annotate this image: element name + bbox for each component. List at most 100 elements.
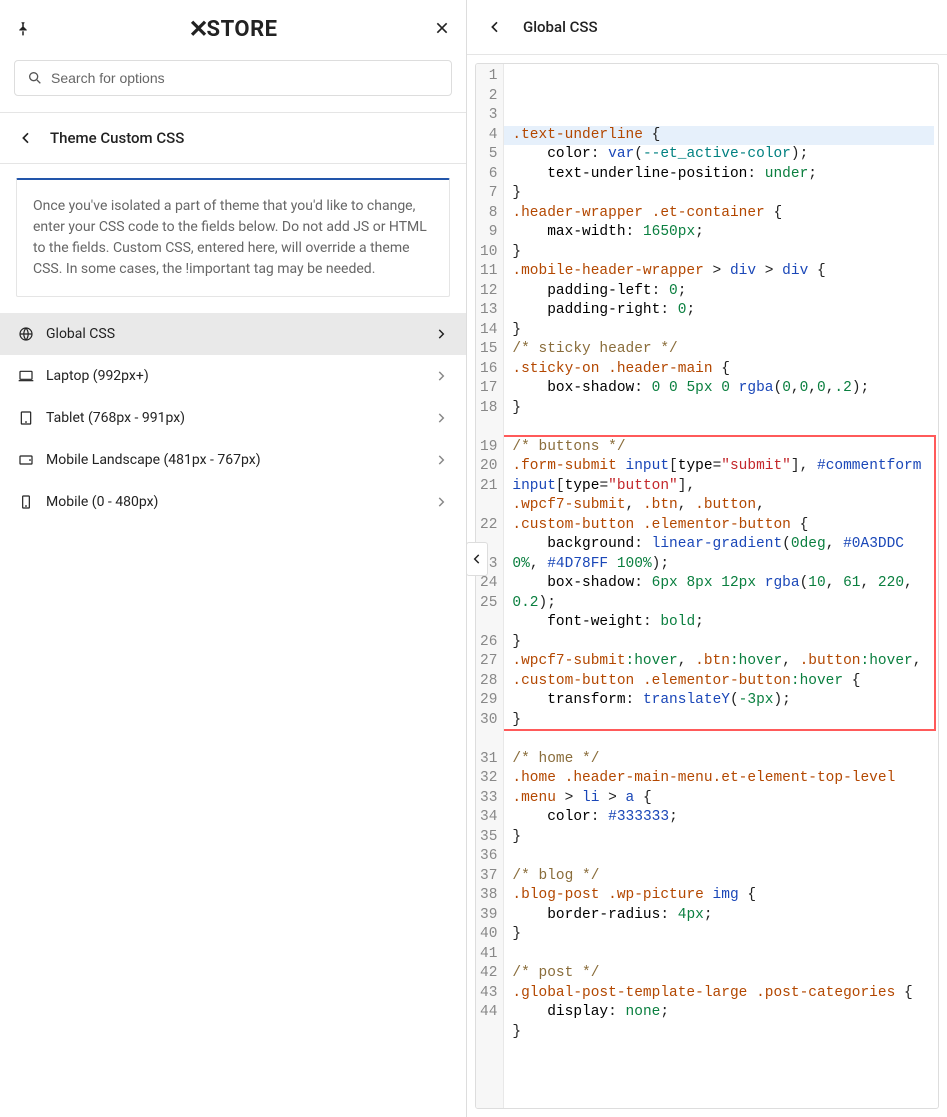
code-line[interactable]: } [512,243,934,263]
code-line[interactable]: .blog-post .wp-picture img { [512,886,934,906]
code-area[interactable]: .text-underline { color: var(--et_active… [504,64,938,1108]
sidebar-item-label: Laptop (992px+) [46,368,149,384]
back-chevron-icon[interactable] [18,130,34,146]
code-line[interactable]: color: var(--et_active-color); [512,145,934,165]
sidebar-item-label: Global CSS [46,326,115,342]
code-line[interactable]: padding-left: 0; [512,282,934,302]
code-line[interactable] [512,945,934,965]
close-icon[interactable] [434,20,452,38]
code-line[interactable]: border-radius: 4px; [512,906,934,926]
code-line[interactable]: } [512,828,934,848]
sidebar-item-3[interactable]: Mobile Landscape (481px - 767px) [0,439,466,481]
code-line[interactable]: /* post */ [512,964,934,984]
code-line[interactable]: .wpcf7-submit, .btn, .button, [512,496,934,516]
search-input[interactable] [51,70,439,86]
code-line[interactable]: .home .header-main-menu.et-element-top-l… [512,769,934,808]
gutter-line: 9 [480,223,497,243]
pin-icon[interactable] [14,20,32,38]
gutter-line: 40 [480,925,497,945]
chevron-right-icon [434,369,448,383]
code-line[interactable]: /* buttons */ [512,438,934,458]
gutter-line: 1 [480,67,497,87]
code-line[interactable]: } [512,711,934,731]
gutter-line: 17 [480,379,497,399]
code-line[interactable] [512,847,934,867]
gutter-line: 44 [480,1003,497,1023]
code-line[interactable] [512,1042,934,1062]
code-line[interactable]: /* blog */ [512,867,934,887]
gutter-line: 38 [480,886,497,906]
code-line[interactable]: .text-underline { [504,126,934,146]
panel-collapse-handle[interactable] [466,542,488,576]
gutter-line: 18 [480,399,497,438]
code-line[interactable]: background: linear-gradient(0deg, #0A3DD… [512,535,934,574]
gutter-line: 6 [480,165,497,185]
code-line[interactable]: display: none; [512,1003,934,1023]
info-box: Once you've isolated a part of theme tha… [16,178,450,297]
logo-text: STORE [207,17,278,42]
code-line[interactable]: box-shadow: 6px 8px 12px rgba(10, 61, 22… [512,574,934,613]
gutter-line: 3 [480,106,497,126]
code-line[interactable]: } [512,184,934,204]
code-line[interactable]: box-shadow: 0 0 5px 0 rgba(0,0,0,.2); [512,379,934,399]
code-line[interactable]: /* sticky header */ [512,340,934,360]
editor-panel: Global CSS 12345678910111213141516171819… [467,0,947,1117]
gutter-line: 43 [480,984,497,1004]
code-line[interactable]: color: #333333; [512,808,934,828]
code-line[interactable]: max-width: 1650px; [512,223,934,243]
code-line[interactable]: } [512,399,934,419]
sidebar-menu: Global CSS Laptop (992px+) Tablet (768px -… [0,313,466,523]
code-line[interactable]: .global-post-template-large .post-catego… [512,984,934,1004]
device-icon [18,452,34,468]
code-line[interactable]: padding-right: 0; [512,301,934,321]
section-header[interactable]: Theme Custom CSS [0,113,466,164]
code-line[interactable]: } [512,633,934,653]
gutter-line: 35 [480,828,497,848]
editor-header: Global CSS [467,0,947,55]
chevron-right-icon [434,327,448,341]
code-gutter: 1234567891011121314151617181920212223242… [476,64,504,1108]
sidebar-item-0[interactable]: Global CSS [0,313,466,355]
code-editor[interactable]: 1234567891011121314151617181920212223242… [475,63,939,1109]
gutter-line: 32 [480,769,497,789]
code-line[interactable]: /* home */ [512,750,934,770]
code-line[interactable]: } [512,321,934,341]
sidebar-topbar: ✕STORE [0,0,466,113]
gutter-line: 33 [480,789,497,809]
gutter-line: 19 [480,438,497,458]
code-line[interactable]: } [512,1023,934,1043]
gutter-line: 7 [480,184,497,204]
search-input-wrap[interactable] [14,60,452,96]
sidebar-item-1[interactable]: Laptop (992px+) [0,355,466,397]
gutter-line: 30 [480,711,497,750]
gutter-line: 16 [480,360,497,380]
code-line[interactable]: .wpcf7-submit:hover, .btn:hover, .button… [512,652,934,691]
code-line[interactable] [512,418,934,438]
code-line[interactable] [512,730,934,750]
gutter-line: 24 [480,574,497,594]
code-line[interactable]: .custom-button .elementor-button { [512,516,934,536]
editor-title: Global CSS [523,18,598,36]
gutter-line: 15 [480,340,497,360]
sidebar-item-label: Mobile Landscape (481px - 767px) [46,452,261,468]
gutter-line: 27 [480,652,497,672]
code-line[interactable]: .header-wrapper .et-container { [512,204,934,224]
code-line[interactable]: font-weight: bold; [512,613,934,633]
code-line[interactable]: .mobile-header-wrapper > div > div { [512,262,934,282]
sidebar-item-2[interactable]: Tablet (768px - 991px) [0,397,466,439]
chevron-right-icon [434,453,448,467]
chevron-right-icon [434,495,448,509]
code-line[interactable] [512,1062,934,1082]
gutter-line: 39 [480,906,497,926]
code-line[interactable]: transform: translateY(-3px); [512,691,934,711]
gutter-line: 25 [480,594,497,633]
code-line[interactable]: .form-submit input[type="submit"], #comm… [512,457,934,496]
sidebar-item-label: Mobile (0 - 480px) [46,494,158,510]
device-icon [18,368,34,384]
code-line[interactable]: .sticky-on .header-main { [512,360,934,380]
code-line[interactable]: } [512,925,934,945]
gutter-line: 34 [480,808,497,828]
sidebar-item-4[interactable]: Mobile (0 - 480px) [0,481,466,523]
editor-back-chevron-icon[interactable] [487,19,503,35]
code-line[interactable]: text-underline-position: under; [512,165,934,185]
